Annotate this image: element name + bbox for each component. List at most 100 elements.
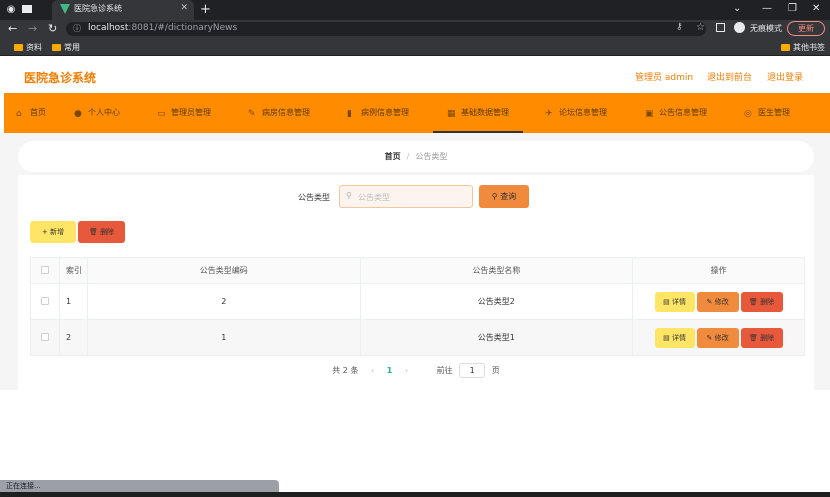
- menu-item-home[interactable]: ⌂ 首页: [16, 93, 46, 133]
- address-bar: ← → ↻ ⓘ localhost:8081/#/dictionaryNews: [0, 20, 830, 38]
- pencil-icon: ✎: [706, 333, 715, 342]
- column-header-actions: 操作: [632, 257, 805, 284]
- delete-button[interactable]: 🗑 删除: [740, 327, 783, 348]
- cell-code: 1: [86, 319, 361, 356]
- admin-link[interactable]: 管理员 admin: [635, 70, 693, 83]
- other-bookmarks[interactable]: 其他书签: [781, 42, 825, 53]
- list-panel: 公告类型 ⚲ 公告类型 ⚲ 查询 + 新增 🗑 删除 索引 公告类型编码 公告类…: [18, 175, 814, 390]
- content-area: 首页 / 公告类型 公告类型 ⚲ 公告类型 ⚲ 查询 + 新增 🗑 删除 索引 公告…: [0, 133, 830, 390]
- cell-index: 2: [58, 319, 88, 356]
- maximize-icon[interactable]: ❐: [788, 3, 797, 14]
- menu-item-admin[interactable]: ▭ 管理员管理: [157, 93, 211, 133]
- app-title: 医院急诊系统: [24, 71, 97, 85]
- page-number-current[interactable]: 1: [387, 366, 393, 375]
- tab-list-icon[interactable]: ⌄: [733, 3, 741, 14]
- add-button[interactable]: + 新增: [30, 221, 76, 243]
- forward-icon[interactable]: →: [28, 22, 37, 35]
- breadcrumb-separator: /: [406, 152, 410, 161]
- breadcrumb-home[interactable]: 首页: [385, 152, 401, 161]
- site-info-icon[interactable]: ⓘ: [73, 23, 81, 34]
- bookmark-folder-2[interactable]: 常用: [52, 42, 80, 53]
- search-icon: ⚲: [491, 192, 501, 201]
- browser-menu-icon[interactable]: ◉: [4, 3, 18, 17]
- admin-icon: ▭: [157, 109, 166, 119]
- edit-button[interactable]: ✎ 修改: [696, 327, 739, 348]
- vue-logo-icon: [60, 4, 70, 14]
- password-key-icon[interactable]: ⚷: [676, 22, 683, 32]
- menu-item-basic-data[interactable]: ▦ 基础数据管理: [433, 93, 523, 133]
- url-field[interactable]: ⓘ localhost:8081/#/dictionaryNews: [66, 22, 706, 36]
- delete-button[interactable]: 🗑 删除: [740, 291, 783, 312]
- browser-tab[interactable]: 医院急诊系统 ✕: [52, 0, 194, 20]
- status-text: 正在连接...: [6, 482, 41, 490]
- tab-close-icon[interactable]: ✕: [180, 3, 188, 13]
- cell-code: 2: [86, 283, 361, 320]
- breadcrumb-current: 公告类型: [415, 152, 448, 161]
- search-input[interactable]: ⚲ 公告类型: [339, 185, 473, 208]
- browser-tab-strip: ◉ 医院急诊系统 ✕ + ⌄ — ❐ ✕: [0, 0, 830, 20]
- breadcrumb: 首页 / 公告类型: [18, 141, 814, 172]
- minimize-icon[interactable]: —: [762, 3, 772, 14]
- menu-item-forum[interactable]: ✈ 论坛信息管理: [545, 93, 607, 133]
- prev-page-icon[interactable]: ‹: [371, 366, 374, 375]
- select-all-checkbox[interactable]: [40, 265, 49, 274]
- next-page-icon[interactable]: ›: [405, 366, 408, 375]
- search-placeholder: 公告类型: [358, 193, 390, 202]
- select-all-checkbox-cell[interactable]: [30, 257, 60, 284]
- menu-item-profile[interactable]: ● 个人中心: [74, 93, 120, 133]
- detail-button[interactable]: ▤ 详情: [654, 291, 695, 312]
- update-button[interactable]: 更新: [787, 21, 825, 36]
- new-tab-icon[interactable]: +: [200, 2, 211, 17]
- trash-icon: 🗑: [749, 297, 761, 306]
- column-header-code: 公告类型编码: [86, 257, 361, 284]
- doc-icon: ▤: [663, 297, 672, 306]
- plus-icon: +: [41, 228, 51, 236]
- bookmark-star-icon[interactable]: ☆: [696, 22, 705, 33]
- row-checkbox-cell[interactable]: [30, 283, 60, 320]
- pagination-total: 共 2 条: [332, 366, 359, 375]
- menu-item-case[interactable]: ▮ 病例信息管理: [347, 93, 409, 133]
- search-label: 公告类型: [298, 193, 330, 202]
- chart-icon: ▮: [347, 109, 352, 119]
- trash-icon: 🗑: [749, 333, 761, 342]
- page-suffix: 页: [491, 366, 500, 375]
- forum-icon: ✈: [545, 109, 553, 119]
- side-panel-icon[interactable]: [716, 23, 725, 32]
- close-window-icon[interactable]: ✕: [812, 3, 820, 14]
- doc-icon: ▤: [663, 333, 672, 342]
- incognito-label: 无痕模式: [750, 24, 782, 33]
- batch-delete-button[interactable]: 🗑 删除: [78, 221, 125, 243]
- menu-item-doctor[interactable]: ◎ 医生管理: [744, 93, 790, 133]
- reload-icon[interactable]: ↻: [48, 22, 57, 35]
- menu-item-ward[interactable]: ✎ 病房信息管理: [248, 93, 310, 133]
- menu-item-notice[interactable]: ▣ 公告信息管理: [645, 93, 707, 133]
- tab-search-icon[interactable]: [22, 5, 32, 13]
- incognito-icon: [734, 22, 745, 33]
- query-button[interactable]: ⚲ 查询: [479, 185, 529, 208]
- back-icon[interactable]: ←: [8, 22, 17, 35]
- logout-link[interactable]: 退出登录: [767, 70, 803, 83]
- trash-icon: 🗑: [88, 228, 101, 236]
- table-row: 2 1 公告类型1 ▤ 详情 ✎ 修改 🗑 删除: [30, 319, 805, 356]
- column-header-name: 公告类型名称: [359, 257, 634, 284]
- bookmarks-bar: 资料 常用 其他书签: [0, 38, 830, 56]
- notice-icon: ▣: [645, 109, 654, 119]
- edit-button[interactable]: ✎ 修改: [696, 291, 739, 312]
- bookmark-folder-1[interactable]: 资料: [14, 42, 42, 53]
- folder-icon: [14, 44, 23, 51]
- cell-name: 公告类型2: [359, 283, 634, 320]
- cell-name: 公告类型1: [359, 319, 634, 356]
- goto-page-input[interactable]: 1: [459, 363, 486, 378]
- search-icon: ⚲: [346, 191, 352, 200]
- row-checkbox[interactable]: [40, 296, 49, 305]
- cell-actions: ▤ 详情 ✎ 修改 🗑 删除: [632, 283, 805, 320]
- main-menu: ⌂ 首页 ● 个人中心 ▭ 管理员管理 ✎ 病房信息管理 ▮ 病例信息管理 ▦ 基础数据管理…: [4, 93, 830, 133]
- row-checkbox[interactable]: [40, 332, 49, 341]
- pencil-icon: ✎: [706, 297, 715, 306]
- row-checkbox-cell[interactable]: [30, 319, 60, 356]
- exit-to-front-link[interactable]: 退出到前台: [707, 70, 752, 83]
- detail-button[interactable]: ▤ 详情: [654, 327, 695, 348]
- goto-label: 前往: [436, 366, 453, 375]
- tab-title: 医院急诊系统: [74, 4, 122, 13]
- table-header: 索引 公告类型编码 公告类型名称 操作: [30, 257, 805, 284]
